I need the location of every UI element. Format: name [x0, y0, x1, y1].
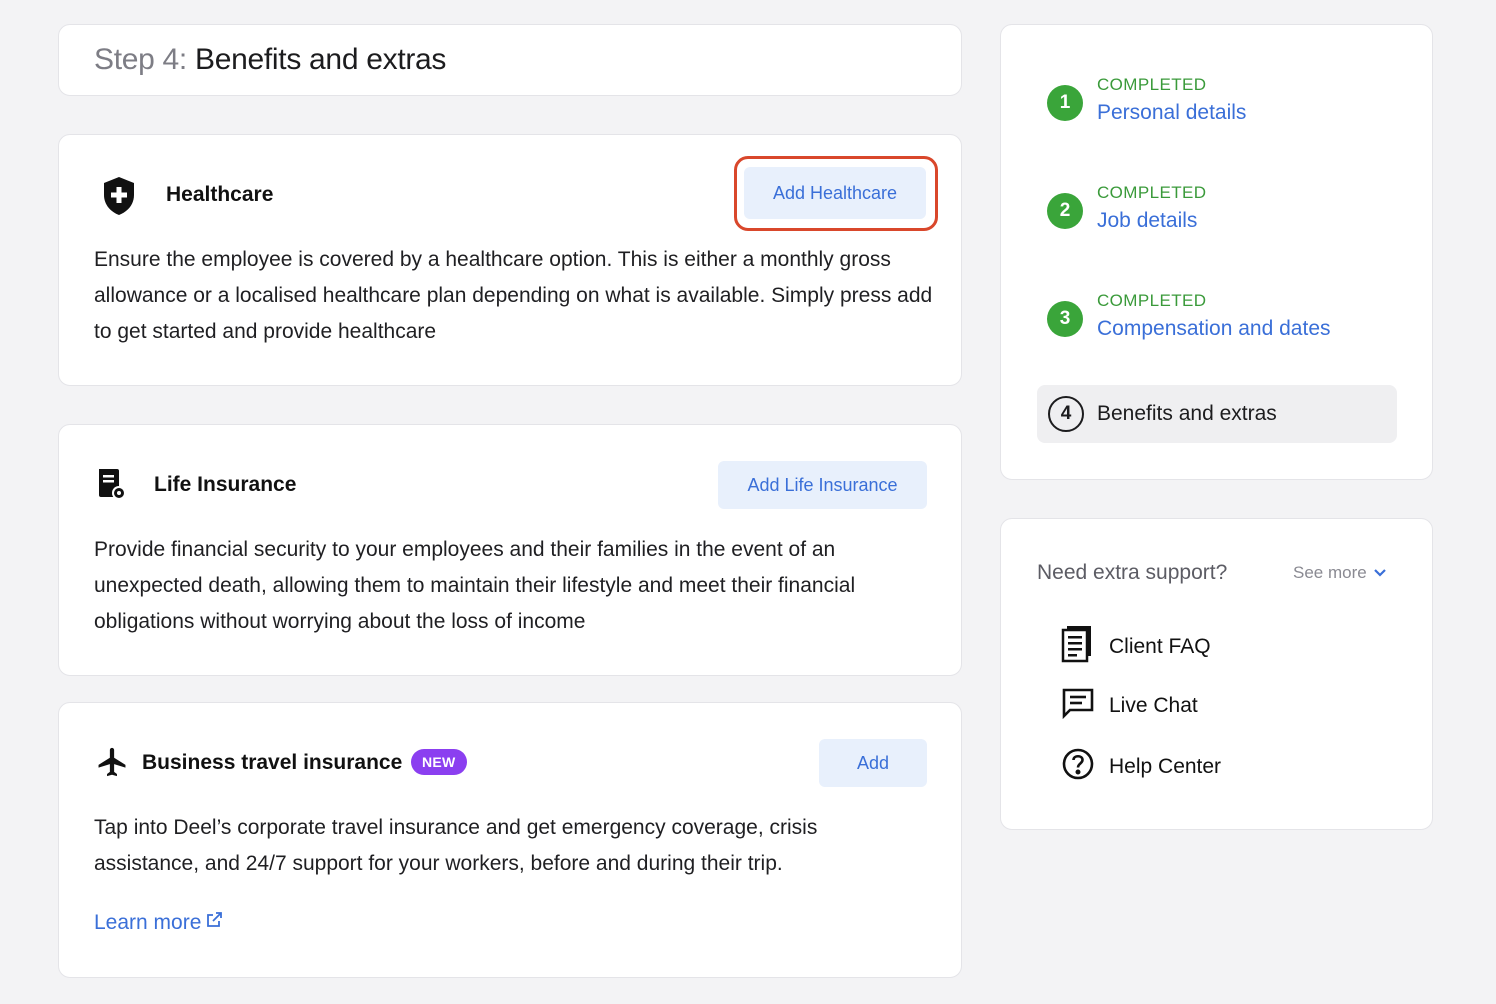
- support-item-label: Live Chat: [1109, 693, 1198, 717]
- life-insurance-description: Provide financial security to your emplo…: [94, 538, 856, 633]
- step-link-job-details[interactable]: Job details: [1097, 209, 1197, 233]
- travel-insurance-title: Business travel insurance: [142, 751, 403, 774]
- question-circle-icon: [1061, 747, 1095, 786]
- chevron-down-icon: [1373, 563, 1387, 583]
- support-card: Need extra support? See more Client FAQ: [1000, 518, 1433, 830]
- chat-icon: [1061, 687, 1095, 724]
- current-step-label: Benefits and extras: [1097, 402, 1277, 425]
- see-more-toggle[interactable]: See more: [1293, 563, 1387, 583]
- healthcare-title: Healthcare: [166, 183, 274, 206]
- support-item-label: Client FAQ: [1109, 634, 1211, 658]
- step-status: COMPLETED: [1097, 75, 1207, 94]
- support-title: Need extra support?: [1037, 561, 1228, 584]
- new-badge: NEW: [411, 749, 467, 775]
- support-item-client-faq[interactable]: Client FAQ: [1061, 625, 1211, 668]
- add-life-insurance-button[interactable]: Add Life Insurance: [718, 461, 927, 509]
- document-list-icon: [1061, 625, 1095, 668]
- life-insurance-title: Life Insurance: [154, 473, 297, 496]
- step-header-card: Step 4: Benefits and extras: [58, 24, 962, 96]
- healthcare-description: Ensure the employee is covered by a heal…: [94, 248, 933, 343]
- step-status: COMPLETED: [1097, 291, 1207, 310]
- support-item-label: Help Center: [1109, 754, 1222, 778]
- step-number-badge: 1: [1047, 85, 1083, 121]
- life-insurance-card: Life Insurance Add Life Insurance Provid…: [58, 424, 962, 676]
- airplane-icon: [95, 745, 129, 784]
- step-item-current: 4 Benefits and extras: [1037, 385, 1397, 443]
- step-prefix: Step 4:: [94, 43, 187, 76]
- page-title: Step 4: Benefits and extras: [94, 43, 446, 77]
- step-number-badge: 3: [1047, 301, 1083, 337]
- healthcare-card: Healthcare Add Healthcare Ensure the emp…: [58, 134, 962, 386]
- see-more-label: See more: [1293, 563, 1367, 582]
- step-number-badge: 2: [1047, 193, 1083, 229]
- step-link-compensation[interactable]: Compensation and dates: [1097, 317, 1331, 341]
- add-healthcare-button[interactable]: Add Healthcare: [744, 167, 926, 219]
- document-gear-icon: [97, 467, 127, 506]
- travel-insurance-card: Business travel insurance NEW Add Tap in…: [58, 702, 962, 978]
- travel-insurance-description: Tap into Deel’s corporate travel insuran…: [94, 816, 818, 875]
- learn-more-label: Learn more: [94, 911, 202, 934]
- support-item-live-chat[interactable]: Live Chat: [1061, 687, 1198, 724]
- external-link-icon: [205, 911, 223, 935]
- step-link-personal-details[interactable]: Personal details: [1097, 101, 1246, 125]
- step-number-badge: 4: [1048, 396, 1084, 432]
- support-item-help-center[interactable]: Help Center: [1061, 747, 1221, 786]
- learn-more-link[interactable]: Learn more: [94, 911, 223, 935]
- step-status: COMPLETED: [1097, 183, 1207, 202]
- progress-stepper: 1 COMPLETED Personal details 2 COMPLETED…: [1000, 24, 1433, 480]
- step-title: Benefits and extras: [195, 43, 447, 76]
- shield-plus-icon: [101, 175, 137, 222]
- add-travel-insurance-button[interactable]: Add: [819, 739, 927, 787]
